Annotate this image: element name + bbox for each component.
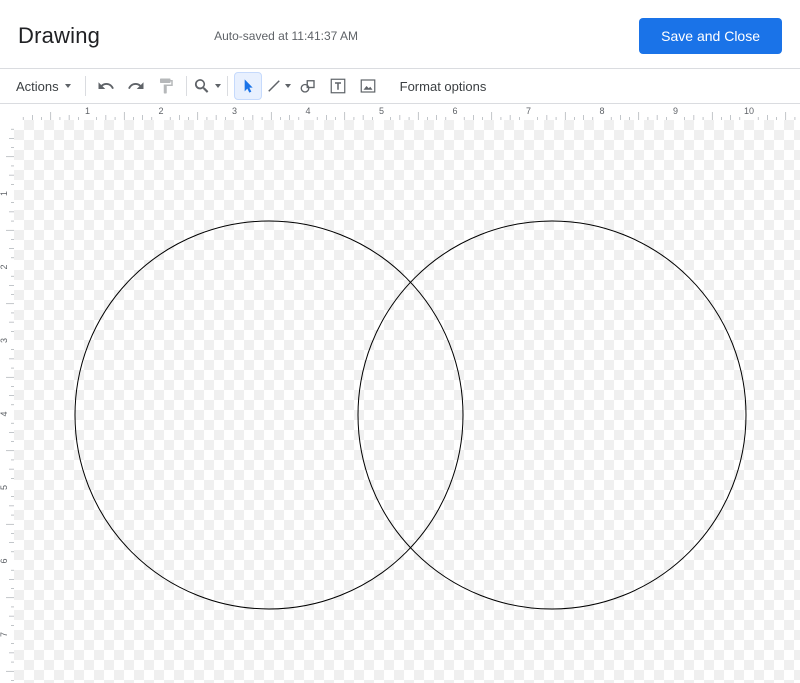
shapes-icon [299,77,317,95]
circle-left[interactable] [75,221,463,609]
zoom-icon [193,77,211,95]
svg-text:9: 9 [673,106,678,116]
page-title: Drawing [18,23,100,49]
save-and-close-button[interactable]: Save and Close [639,18,782,54]
line-tool[interactable] [264,72,292,100]
svg-text:2: 2 [158,106,163,116]
header: Drawing Auto-saved at 11:41:37 AM Save a… [0,0,800,68]
ruler-vertical: 1 2 3 4 5 6 7 [0,120,14,683]
svg-text:4: 4 [305,106,310,116]
svg-text:1: 1 [85,106,90,116]
undo-button[interactable] [92,72,120,100]
toolbar: Actions Format options [0,68,800,104]
zoom-menu[interactable] [193,72,221,100]
svg-text:4: 4 [0,411,9,416]
shape-tool[interactable] [294,72,322,100]
autosave-status: Auto-saved at 11:41:37 AM [214,29,358,43]
caret-down-icon [215,84,221,88]
drawing-canvas[interactable] [14,120,800,683]
select-tool[interactable] [234,72,262,100]
svg-text:3: 3 [0,338,9,343]
ruler-horizontal: 1 2 3 4 5 6 7 8 9 10 [14,104,800,120]
format-options-button[interactable]: Format options [390,72,497,100]
svg-text:5: 5 [379,106,384,116]
image-icon [359,77,377,95]
svg-text:3: 3 [232,106,237,116]
actions-menu[interactable]: Actions [8,72,79,100]
image-tool[interactable] [354,72,382,100]
svg-text:1: 1 [0,191,9,196]
svg-text:6: 6 [452,106,457,116]
venn-diagram [14,120,800,683]
redo-icon [127,77,145,95]
svg-text:5: 5 [0,485,9,490]
svg-text:10: 10 [744,106,754,116]
svg-text:8: 8 [599,106,604,116]
line-icon [265,77,283,95]
svg-text:6: 6 [0,558,9,563]
text-box-tool[interactable] [324,72,352,100]
svg-text:7: 7 [526,106,531,116]
undo-icon [97,77,115,95]
text-box-icon [329,77,347,95]
caret-down-icon [285,84,291,88]
paint-roller-icon [157,77,175,95]
svg-text:2: 2 [0,264,9,269]
circle-right[interactable] [358,221,746,609]
cursor-icon [240,78,256,94]
paint-format-button[interactable] [152,72,180,100]
workspace: 1 2 3 4 5 6 7 8 9 10 1 2 3 4 5 6 7 [0,104,800,683]
redo-button[interactable] [122,72,150,100]
svg-text:7: 7 [0,632,9,637]
caret-down-icon [65,84,71,88]
